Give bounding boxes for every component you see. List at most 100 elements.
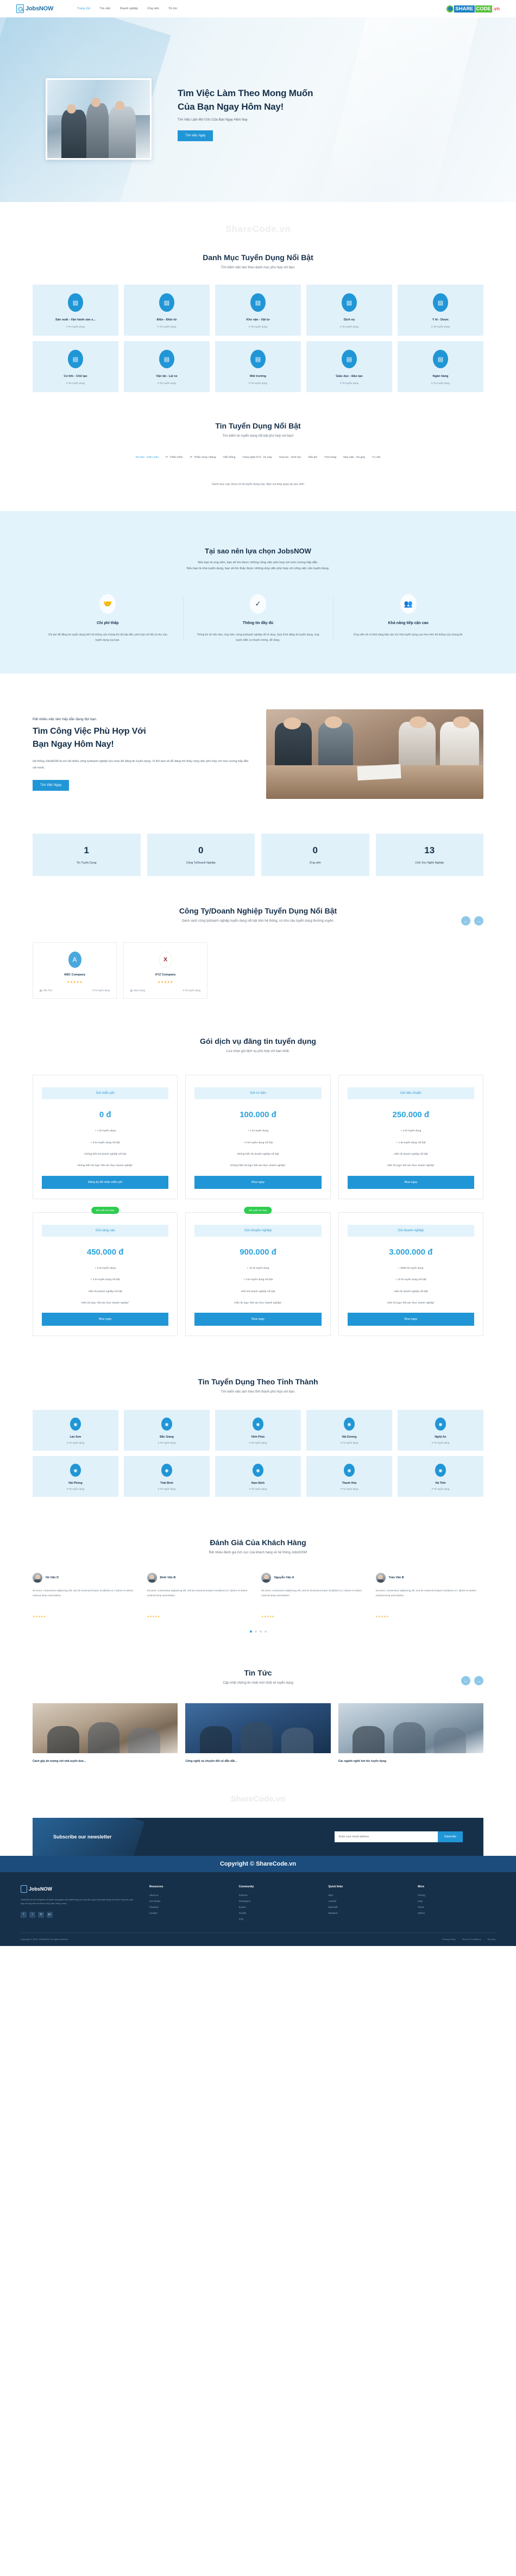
find-job-kicker: Rất nhiều việc làm hấp dẫn đang đợi bạn. <box>33 717 97 722</box>
footer-link[interactable]: Microsoft <box>329 1906 406 1909</box>
plan-feature: + 0 tin tuyển dụng nổi bật <box>243 1141 273 1144</box>
news-card[interactable]: Công nghệ và chuyển đổi số dẫn dắt... <box>185 1703 331 1763</box>
news-card-title: Cách gây ấn tượng với nhà tuyển dun... <box>33 1760 86 1763</box>
province-card[interactable]: ◉ Hải Phòng 0 Tin tuyển dụng <box>33 1456 118 1497</box>
provinces-grid: ◉ Lào Sơn 0 Tin tuyển dụng ◉ Bắc Giang 0 Tin… <box>33 1410 483 1497</box>
category-card[interactable]: ▤ Môi trường 0 Tin tuyển dụng <box>215 341 301 392</box>
tab-vien-thong[interactable]: Viễn thông <box>223 456 236 459</box>
list-icon: ▤ <box>433 350 448 368</box>
tab-cong-nghe-oto-xe-may[interactable]: Công nghệ Ô tô - Xe máy <box>242 456 272 459</box>
footer-link[interactable]: Others <box>418 1912 495 1914</box>
category-count: 0 Tin tuyển dụng <box>340 382 358 385</box>
footer-logo[interactable]: JobsNOW <box>21 1885 137 1893</box>
googleplus-icon[interactable]: g+ <box>47 1911 53 1918</box>
news-title: Tin Tức <box>244 1668 272 1678</box>
nav-item-ung-vien[interactable]: Ứng viên <box>147 7 159 10</box>
pagination-dot[interactable] <box>254 1630 257 1633</box>
province-card[interactable]: ◉ Thái Bình 0 Tin tuyển dụng <box>124 1456 210 1497</box>
plan-cta-button[interactable]: Mua ngay <box>42 1313 169 1326</box>
pagination-dot[interactable] <box>249 1630 252 1633</box>
category-card[interactable]: ▤ Dịch vụ 0 Tin tuyển dụng <box>306 285 392 336</box>
category-card[interactable]: ▤ Giáo dục - Đào tạo 0 Tin tuyển dụng <box>306 341 392 392</box>
footer-privacy-policy-link[interactable]: Privacy Policy <box>442 1938 456 1941</box>
tab-ke-toan-kiem-toan[interactable]: Kế toán - Kiểm toán <box>136 456 159 459</box>
people-group-icon: 👥 <box>400 594 417 614</box>
carousel-next-icon[interactable]: → <box>474 916 483 926</box>
tab-it-phan-mem[interactable]: IT - Phần mềm <box>166 456 183 459</box>
footer-link[interactable]: Partners <box>239 1894 317 1897</box>
category-card[interactable]: ▤ Sản xuất - Vận hành sản x... 0 Tin tuyển… <box>33 285 118 336</box>
company-card[interactable]: A ABC Company ★★★★★ Cần Thơ 4 Tin tuyển … <box>33 942 117 999</box>
footer-link[interactable]: Developers <box>239 1900 317 1903</box>
plan-name: Gói doanh nghiệp <box>347 1224 474 1237</box>
footer-link[interactable]: About us <box>149 1894 227 1897</box>
news-card[interactable]: Các ngành nghề hot tốc tuyển dụng <box>338 1703 483 1763</box>
province-card[interactable]: ◉ Hải Dương 0 Tin tuyển dụng <box>306 1410 392 1451</box>
province-card[interactable]: ◉ Nam Định 0 Tin tuyển dụng <box>215 1456 301 1497</box>
footer-link[interactable]: Android <box>329 1900 406 1903</box>
province-name: Nam Định <box>251 1482 265 1485</box>
newsletter-email-input[interactable] <box>334 1831 438 1842</box>
footer-link[interactable]: Privacy <box>418 1894 495 1897</box>
category-card[interactable]: ▤ Vận tải - Lái xe 0 Tin tuyển dụng <box>124 341 210 392</box>
plan-cta-button[interactable]: Mua ngay <box>194 1313 322 1326</box>
nav-item-doanh-nghiep[interactable]: Doanh nghiệp <box>120 7 139 10</box>
tab-thoi-trang[interactable]: Thời trang <box>324 456 336 459</box>
footer-link[interactable]: Windows <box>329 1912 406 1914</box>
twitter-icon[interactable]: t <box>29 1911 35 1918</box>
rating-stars: ★★★★★ <box>67 981 83 985</box>
tab-it-phan-cung-mang[interactable]: IT - Phần cứng / Mạng <box>190 456 216 459</box>
category-card[interactable]: ▤ Y tế - Dược 0 Tin tuyển dụng <box>398 285 483 336</box>
pricing-title: Gói dịch vụ đăng tin tuyển dụng <box>200 1037 316 1046</box>
province-card[interactable]: ◉ Hà Tĩnh 0 Tin tuyển dụng <box>398 1456 483 1497</box>
footer-link[interactable]: FAQ <box>239 1918 317 1920</box>
footer-link[interactable]: Terms <box>418 1906 495 1909</box>
plan-ribbon: Đề xuất cho bạn <box>244 1206 272 1214</box>
tab-dau-khi[interactable]: Dầu khí <box>309 456 318 459</box>
province-card[interactable]: ◉ Thanh Hóa 0 Tin tuyển dụng <box>306 1456 392 1497</box>
carousel-next-icon[interactable]: → <box>474 1676 483 1686</box>
company-card[interactable]: X XYZ Company ★★★★★ Hậu Giang 0 Tin tuyể… <box>123 942 207 999</box>
nav-item-trang-chu[interactable]: Trang chủ <box>77 7 90 10</box>
plan-cta-button[interactable]: Đăng ký để nhận miễn phí <box>42 1175 169 1189</box>
facebook-icon[interactable]: f <box>21 1911 27 1918</box>
plan-feature: + 4 tin tuyển dụng nổi bật <box>243 1278 273 1282</box>
tab-tu-van[interactable]: Tư vấn <box>372 456 380 459</box>
footer-terms-link[interactable]: Terms & Conditions <box>462 1938 481 1941</box>
plan-cta-button[interactable]: Mua ngay <box>347 1175 474 1189</box>
footer-link[interactable]: Our Teams <box>149 1900 227 1903</box>
province-card[interactable]: ◉ Bắc Giang 0 Tin tuyển dụng <box>124 1410 210 1451</box>
plan-cta-button[interactable]: Mua ngay <box>194 1175 322 1189</box>
category-card[interactable]: ▤ Cơ khí - Chế tạo 0 Tin tuyển dụng <box>33 341 118 392</box>
carousel-prev-icon[interactable]: ← <box>461 916 470 926</box>
category-count: 0 Tin tuyển dụng <box>431 325 450 328</box>
news-card[interactable]: Cách gây ấn tượng với nhà tuyển dun... <box>33 1703 178 1763</box>
province-card[interactable]: ◉ Lào Sơn 0 Tin tuyển dụng <box>33 1410 118 1451</box>
pagination-dot[interactable] <box>264 1630 267 1633</box>
category-card[interactable]: ▤ Điện - Điện tử 0 Tin tuyển dụng <box>124 285 210 336</box>
footer-link[interactable]: Contact <box>149 1912 227 1914</box>
brand-logo[interactable]: JobsNOW <box>16 4 53 13</box>
footer-link[interactable]: Credits <box>239 1912 317 1914</box>
linkedin-icon[interactable]: in <box>38 1911 44 1918</box>
nav-item-tin-tuc[interactable]: Tin tức <box>168 7 178 10</box>
category-card[interactable]: ▤ Ngân hàng 0 Tin tuyển dụng <box>398 341 483 392</box>
nav-item-tim-viec[interactable]: Tìm việc <box>99 7 110 10</box>
province-card[interactable]: ◉ Nghệ An 0 Tin tuyển dụng <box>398 1410 483 1451</box>
province-name: Bắc Giang <box>160 1435 174 1439</box>
category-card[interactable]: ▤ Kho vận - Vật tư 0 Tin tuyển dụng <box>215 285 301 336</box>
footer-link[interactable]: Products <box>149 1906 227 1909</box>
province-card[interactable]: ◉ Vĩnh Phúc 0 Tin tuyển dụng <box>215 1410 301 1451</box>
newsletter-subscribe-button[interactable]: Subscribe <box>437 1831 463 1842</box>
tab-hoa-hoc-sinh-hoc[interactable]: Hoá học - Sinh học <box>279 456 301 459</box>
pagination-dot[interactable] <box>259 1630 262 1633</box>
plan-cta-button[interactable]: Mua ngay <box>347 1313 474 1326</box>
tab-may-mac-da-giay[interactable]: May mặc - Da giày <box>343 456 365 459</box>
footer-link[interactable]: SEO <box>329 1894 406 1897</box>
carousel-prev-icon[interactable]: ← <box>461 1676 470 1686</box>
footer-security-link[interactable]: Security <box>488 1938 495 1941</box>
footer-link[interactable]: Events <box>239 1906 317 1909</box>
hero-cta-button[interactable]: Tìm việc ngay <box>178 130 213 142</box>
footer-link[interactable]: Help <box>418 1900 495 1903</box>
find-job-cta-button[interactable]: Tìm Việc Ngay <box>33 780 70 791</box>
